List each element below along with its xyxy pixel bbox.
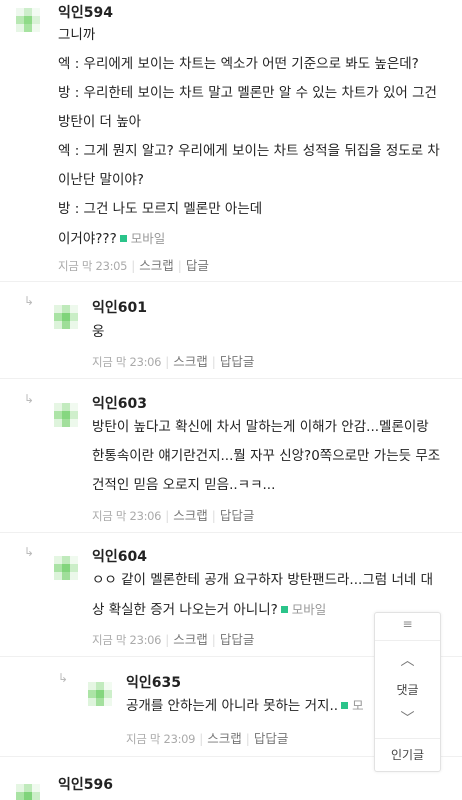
divider: [0, 378, 462, 379]
avatar: [54, 403, 78, 427]
reply-button[interactable]: 답답글: [254, 731, 289, 746]
scroll-down-icon[interactable]: ﹀: [375, 708, 440, 728]
comments-nav-button[interactable]: 댓글: [375, 681, 440, 698]
comment-body: 웅: [92, 324, 105, 340]
scrap-button[interactable]: 스크랩: [207, 731, 242, 746]
comment-author[interactable]: 익인635: [126, 672, 181, 692]
divider: [0, 281, 462, 282]
reply-button[interactable]: 답글: [186, 258, 209, 273]
avatar: [16, 784, 40, 800]
scroll-up-icon[interactable]: ︿: [375, 650, 440, 670]
floating-nav: ≡ ︿ 댓글 ﹀ 인기글: [374, 612, 441, 772]
timestamp: 지금 막 23:06: [92, 633, 162, 647]
comment-body: 그니까 엑 : 우리에게 보이는 차트는 엑소가 어떤 기준으로 봐도 높은데?…: [58, 27, 440, 247]
comment-meta: 지금 막 23:06 | 스크랩 | 답답글: [92, 508, 255, 523]
timestamp: 지금 막 23:06: [92, 509, 162, 523]
popular-posts-button[interactable]: 인기글: [375, 746, 440, 763]
comment-author[interactable]: 익인603: [92, 393, 147, 413]
scrap-button[interactable]: 스크랩: [173, 508, 208, 523]
mobile-dot-icon: [119, 235, 127, 242]
reply-arrow-icon: ↳: [24, 294, 35, 308]
comment-author[interactable]: 익인604: [92, 546, 147, 566]
reply-button[interactable]: 답답글: [220, 354, 255, 369]
menu-icon[interactable]: ≡: [375, 617, 440, 631]
mobile-dot-icon: [341, 702, 349, 709]
mobile-badge: 모바일: [130, 231, 166, 246]
mobile-dot-icon: [280, 606, 288, 613]
reply-arrow-icon: ↳: [24, 545, 35, 559]
avatar: [16, 8, 40, 32]
mobile-badge: 모바일: [291, 602, 327, 617]
reply-button[interactable]: 답답글: [220, 632, 255, 647]
comment-author[interactable]: 익인601: [92, 297, 147, 317]
divider: [0, 532, 462, 533]
comment-author[interactable]: 익인594: [58, 2, 113, 22]
reply-button[interactable]: 답답글: [220, 508, 255, 523]
avatar: [88, 682, 112, 706]
comment-body: 공개를 안하는게 아니라 못하는 거지.. 모: [126, 698, 364, 714]
scrap-button[interactable]: 스크랩: [139, 258, 174, 273]
avatar: [54, 305, 78, 329]
timestamp: 지금 막 23:06: [92, 355, 162, 369]
scrap-button[interactable]: 스크랩: [173, 632, 208, 647]
comment-meta: 지금 막 23:06 | 스크랩 | 답답글: [92, 632, 255, 647]
comment-author[interactable]: 익인596: [58, 774, 113, 794]
reply-arrow-icon: ↳: [58, 671, 69, 685]
avatar: [54, 556, 78, 580]
reply-arrow-icon: ↳: [24, 392, 35, 406]
comment-meta: 지금 막 23:05 | 스크랩 | 답글: [58, 258, 209, 273]
mobile-badge: 모: [352, 698, 364, 713]
scrap-button[interactable]: 스크랩: [173, 354, 208, 369]
timestamp: 지금 막 23:09: [126, 732, 196, 746]
comment-meta: 지금 막 23:09 | 스크랩 | 답답글: [126, 731, 289, 746]
comment-meta: 지금 막 23:06 | 스크랩 | 답답글: [92, 354, 255, 369]
comment-body: 방탄이 높다고 확신에 차서 말하는게 이해가 안감...멜론이랑 한통속이란 …: [92, 419, 441, 493]
timestamp: 지금 막 23:05: [58, 259, 128, 273]
